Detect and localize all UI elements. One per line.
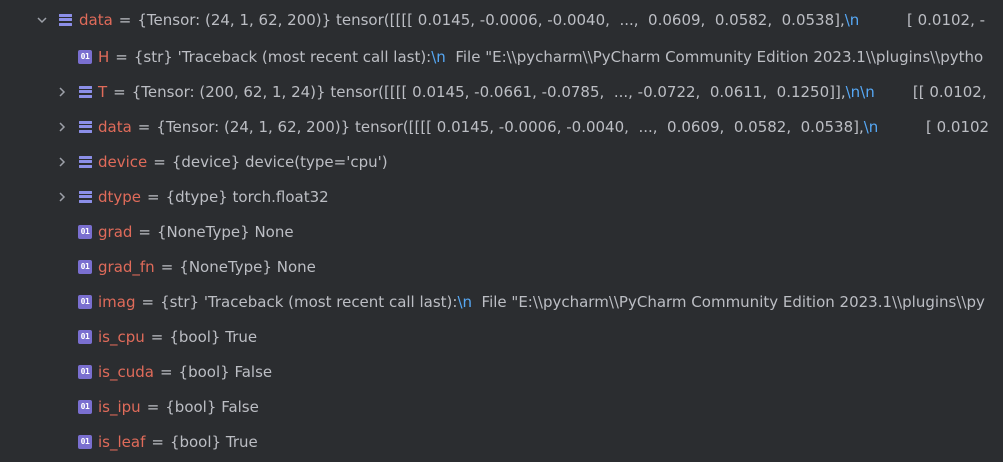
variable-type: {bool} <box>169 327 221 346</box>
tree-row-H[interactable]: 01 H = {str} 'Traceback (most recent cal… <box>0 39 1003 74</box>
variable-value: 'Traceback (most recent call last): <box>177 47 432 66</box>
field-icon <box>58 13 72 27</box>
variable-value: 'Traceback (most recent call last): <box>203 292 458 311</box>
tree-row-is_leaf[interactable]: 01 is_leaf = {bool} True <box>0 424 1003 459</box>
primitive-value-icon: 01 <box>78 434 92 449</box>
primitive-value-icon: 01 <box>78 364 92 379</box>
variable-value-tail: File "E:\\pycharm\\PyCharm Community Edi… <box>445 47 984 66</box>
tree-row-grad[interactable]: 01 grad = {NoneType} None <box>0 214 1003 249</box>
variable-type: {bool} <box>165 397 217 416</box>
variable-name: imag <box>98 292 136 311</box>
variable-value: False <box>234 362 273 381</box>
variable-value: None <box>254 222 294 241</box>
tree-row-T[interactable]: T = {Tensor: (200, 62, 1, 24)} tensor([[… <box>0 74 1003 109</box>
chevron-right-icon[interactable] <box>54 84 70 100</box>
variable-name: device <box>98 152 148 171</box>
primitive-value-icon: 01 <box>78 329 92 344</box>
variable-type: {str} <box>160 292 200 311</box>
variable-name: grad_fn <box>98 257 155 276</box>
primitive-value-icon: 01 <box>78 259 92 274</box>
tree-row-data-nested[interactable]: data = {Tensor: (24, 1, 62, 200)} tensor… <box>0 109 1003 144</box>
variable-type: {NoneType} <box>156 222 250 241</box>
variable-type: {device} <box>171 152 241 171</box>
tree-row-dtype[interactable]: dtype = {dtype} torch.float32 <box>0 179 1003 214</box>
field-icon <box>78 85 92 99</box>
field-icon <box>78 155 92 169</box>
field-icon <box>78 190 92 204</box>
variable-value-tail: [ 0.0102 <box>878 117 990 136</box>
escape-sequence: \n <box>863 117 879 136</box>
variable-name: is_leaf <box>98 432 146 451</box>
variable-name: H <box>98 47 110 66</box>
escape-sequence: \n <box>431 47 446 66</box>
variable-value: tensor([[[[ 0.0145, -0.0006, -0.0040, ..… <box>354 117 864 136</box>
escape-sequence: \n <box>457 292 473 311</box>
variable-value-tail: [[ 0.0102, <box>874 82 992 101</box>
variable-name: is_ipu <box>98 397 141 416</box>
variable-value: device(type='cpu') <box>245 152 388 171</box>
variable-type: {str} <box>133 47 173 66</box>
primitive-value-icon: 01 <box>78 224 92 239</box>
variable-name: dtype <box>98 187 142 206</box>
escape-sequence: \n <box>844 10 860 29</box>
escape-sequence: \n\n <box>845 82 875 101</box>
variable-type: {Tensor: (24, 1, 62, 200)} <box>137 10 332 29</box>
variable-value: True <box>225 327 258 346</box>
primitive-value-icon: 01 <box>78 294 92 309</box>
variable-value: None <box>276 257 316 276</box>
variable-type: {NoneType} <box>179 257 272 276</box>
variable-name: grad <box>98 222 133 241</box>
tree-row-imag[interactable]: 01 imag = {str} 'Traceback (most recent … <box>0 284 1003 319</box>
chevron-right-icon[interactable] <box>54 189 70 205</box>
variable-value: False <box>221 397 259 416</box>
variable-type: {dtype} <box>165 187 228 206</box>
tree-row-data[interactable]: data = {Tensor: (24, 1, 62, 200)} tensor… <box>0 2 1003 37</box>
tree-row-grad_fn[interactable]: 01 grad_fn = {NoneType} None <box>0 249 1003 284</box>
variable-name: data <box>79 10 113 29</box>
field-icon <box>78 120 92 134</box>
variable-type: {Tensor: (24, 1, 62, 200)} <box>156 117 351 136</box>
variables-tree: data = {Tensor: (24, 1, 62, 200)} tensor… <box>0 0 1003 462</box>
variable-type: {bool} <box>169 432 222 451</box>
variable-value: True <box>225 432 258 451</box>
variable-name: data <box>98 117 132 136</box>
tree-row-is_cpu[interactable]: 01 is_cpu = {bool} True <box>0 319 1003 354</box>
variable-name: T <box>98 82 108 101</box>
primitive-value-icon: 01 <box>78 49 92 64</box>
variable-type: {bool} <box>178 362 230 381</box>
tree-row-is_cuda[interactable]: 01 is_cuda = {bool} False <box>0 354 1003 389</box>
chevron-down-icon[interactable] <box>34 12 50 28</box>
variable-value: torch.float32 <box>232 187 329 206</box>
variable-value-tail: [ 0.0102, - <box>859 10 986 29</box>
variable-value-tail: File "E:\\pycharm\\PyCharm Community Edi… <box>472 292 985 311</box>
tree-row-is_ipu[interactable]: 01 is_ipu = {bool} False <box>0 389 1003 424</box>
variable-value: tensor([[[[ 0.0145, -0.0006, -0.0040, ..… <box>335 10 845 29</box>
tree-row-device[interactable]: device = {device} device(type='cpu') <box>0 144 1003 179</box>
variable-name: is_cpu <box>98 327 145 346</box>
chevron-right-icon[interactable] <box>54 154 70 170</box>
variable-name: is_cuda <box>98 362 154 381</box>
variable-type: {Tensor: (200, 62, 1, 24)} <box>131 82 326 101</box>
primitive-value-icon: 01 <box>78 399 92 414</box>
chevron-right-icon[interactable] <box>54 119 70 135</box>
variable-value: tensor([[[[ 0.0145, -0.0661, -0.0785, ..… <box>330 82 846 101</box>
